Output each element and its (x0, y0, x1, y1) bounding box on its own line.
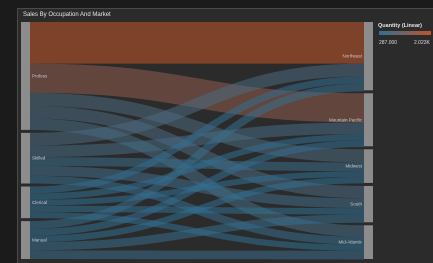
right-node-R4[interactable] (364, 186, 373, 222)
left-node-label: Profess (32, 73, 48, 78)
left-node-label: Skilled (32, 156, 46, 161)
legend-max-label: 2.023K (414, 40, 430, 46)
legend-min-label: 287.000 (379, 40, 397, 46)
sankey-plot: Profess Skilled Clerical Manual Northeast Mou… (18, 9, 433, 263)
right-node-label: Mountain Pacific (329, 117, 363, 122)
legend-color-bar (379, 31, 431, 35)
right-node-label: Northeast (342, 54, 362, 59)
legend-title: Quantity (Linear) (378, 23, 422, 29)
left-node-L2[interactable] (21, 133, 30, 184)
left-node-L1[interactable] (21, 22, 30, 130)
right-node-R5[interactable] (364, 225, 373, 259)
right-node-R3[interactable] (364, 149, 373, 183)
left-node-L4[interactable] (21, 221, 30, 259)
left-node-label: Manual (32, 238, 47, 243)
left-node-L3[interactable] (21, 187, 30, 219)
left-node-label: Clerical (32, 200, 47, 205)
right-node-R2[interactable] (364, 93, 373, 146)
right-node-label: Midwest (345, 164, 362, 169)
right-node-label: South (350, 202, 362, 207)
chart-panel: Sales By Occupation And Market ProfessSk… (17, 8, 433, 263)
right-node-R1[interactable] (364, 22, 373, 90)
right-node-label: Mid-Atlantic (338, 240, 362, 245)
